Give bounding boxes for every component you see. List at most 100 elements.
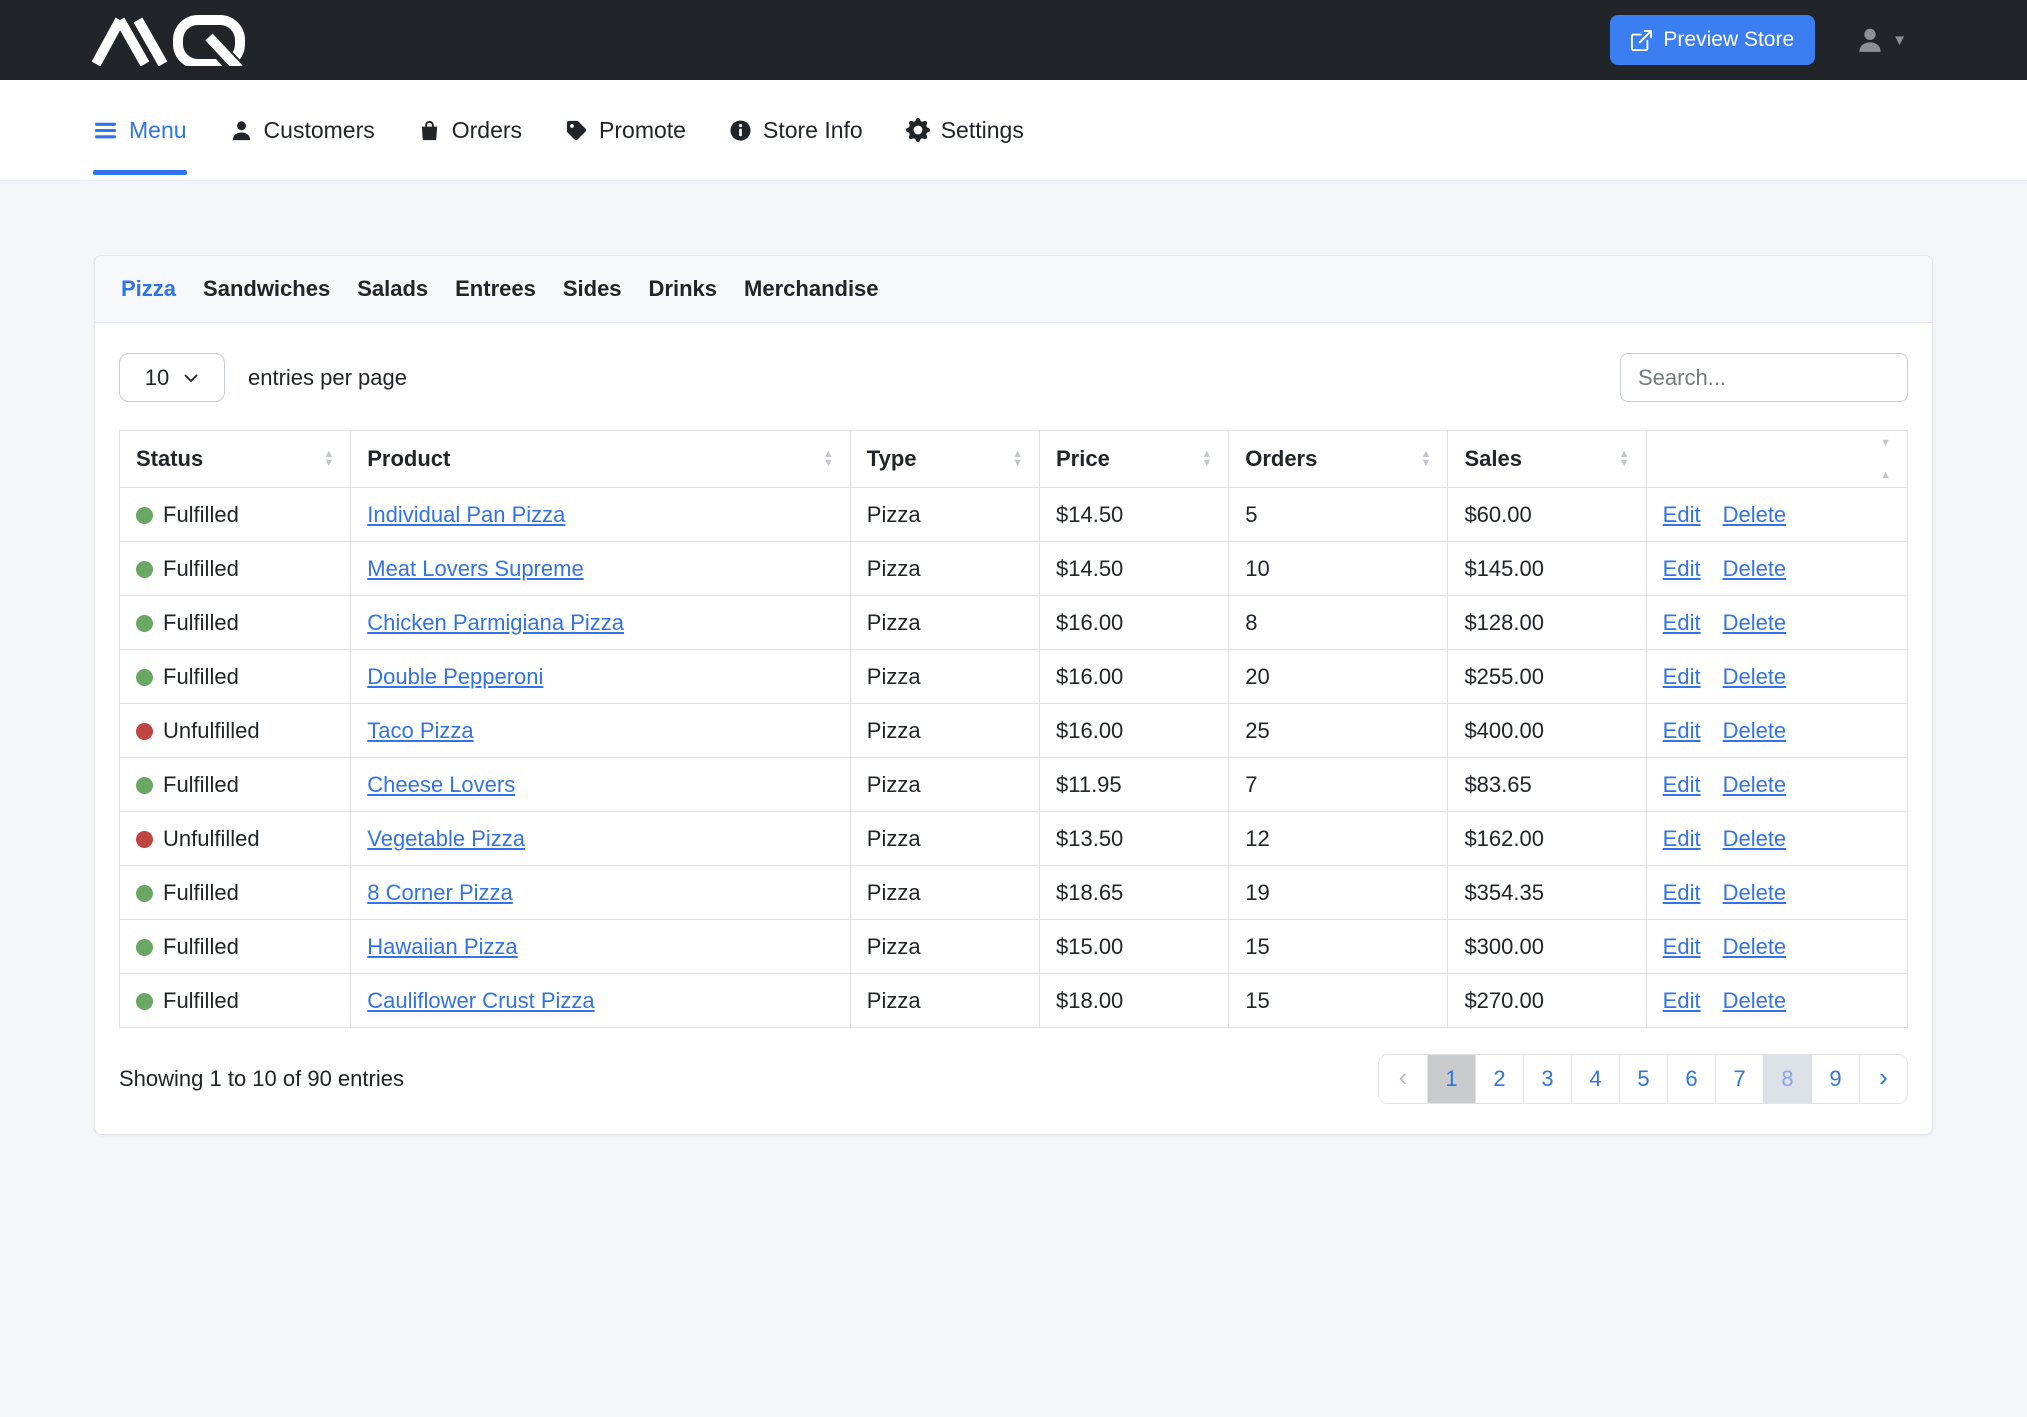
person-icon [230, 119, 253, 142]
product-link[interactable]: Individual Pan Pizza [367, 502, 565, 527]
edit-link[interactable]: Edit [1663, 772, 1701, 797]
col-header-orders[interactable]: Orders▲▼ [1229, 431, 1448, 488]
sales-cell: $354.35 [1448, 866, 1646, 920]
edit-link[interactable]: Edit [1663, 880, 1701, 905]
nav-item-store-info[interactable]: Store Info [729, 80, 863, 180]
tab-merchandise[interactable]: Merchandise [744, 276, 879, 302]
delete-link[interactable]: Delete [1723, 988, 1787, 1013]
nav-item-customers[interactable]: Customers [230, 80, 375, 180]
status-cell: Fulfilled [120, 488, 351, 542]
search-input[interactable] [1620, 353, 1908, 402]
pagination-next[interactable]: › [1859, 1055, 1907, 1103]
sort-icon: ▲▼ [1619, 450, 1630, 468]
price-cell: $14.50 [1040, 488, 1229, 542]
pagination-prev[interactable]: ‹ [1379, 1055, 1427, 1103]
pagination-page-5[interactable]: 5 [1619, 1055, 1667, 1103]
product-link[interactable]: Hawaiian Pizza [367, 934, 517, 959]
status-dot [136, 723, 153, 740]
tag-icon [565, 119, 588, 142]
tab-sandwiches[interactable]: Sandwiches [203, 276, 330, 302]
tab-drinks[interactable]: Drinks [649, 276, 717, 302]
sort-icon: ▲▼ [1421, 450, 1432, 468]
pagination-page-8[interactable]: 8 [1763, 1055, 1811, 1103]
pagination-page-3[interactable]: 3 [1523, 1055, 1571, 1103]
status-label: Fulfilled [163, 934, 239, 959]
product-link[interactable]: Taco Pizza [367, 718, 473, 743]
col-header-price[interactable]: Price▲▼ [1040, 431, 1229, 488]
edit-link[interactable]: Edit [1663, 502, 1701, 527]
pagination-page-1[interactable]: 1 [1427, 1055, 1475, 1103]
price-cell: $11.95 [1040, 758, 1229, 812]
product-link[interactable]: Chicken Parmigiana Pizza [367, 610, 624, 635]
product-link[interactable]: Meat Lovers Supreme [367, 556, 583, 581]
delete-link[interactable]: Delete [1723, 880, 1787, 905]
product-link[interactable]: 8 Corner Pizza [367, 880, 513, 905]
delete-link[interactable]: Delete [1723, 934, 1787, 959]
delete-link[interactable]: Delete [1723, 502, 1787, 527]
tab-sides[interactable]: Sides [563, 276, 622, 302]
delete-link[interactable]: Delete [1723, 664, 1787, 689]
delete-link[interactable]: Delete [1723, 718, 1787, 743]
price-cell: $16.00 [1040, 596, 1229, 650]
product-link[interactable]: Cauliflower Crust Pizza [367, 988, 594, 1013]
sales-cell: $300.00 [1448, 920, 1646, 974]
status-dot [136, 939, 153, 956]
delete-link[interactable]: Delete [1723, 556, 1787, 581]
product-cell: Hawaiian Pizza [351, 920, 851, 974]
table-row: Fulfilled 8 Corner Pizza Pizza $18.65 19… [120, 866, 1908, 920]
edit-link[interactable]: Edit [1663, 826, 1701, 851]
status-cell: Fulfilled [120, 596, 351, 650]
type-cell: Pizza [850, 650, 1039, 704]
edit-link[interactable]: Edit [1663, 988, 1701, 1013]
tab-salads[interactable]: Salads [357, 276, 428, 302]
delete-link[interactable]: Delete [1723, 610, 1787, 635]
edit-link[interactable]: Edit [1663, 718, 1701, 743]
nav-item-menu[interactable]: Menu [93, 80, 187, 180]
pagination-page-6[interactable]: 6 [1667, 1055, 1715, 1103]
edit-link[interactable]: Edit [1663, 610, 1701, 635]
pagination-page-9[interactable]: 9 [1811, 1055, 1859, 1103]
col-header-status[interactable]: Status▲▼ [120, 431, 351, 488]
product-cell: Cheese Lovers [351, 758, 851, 812]
table-row: Fulfilled Double Pepperoni Pizza $16.00 … [120, 650, 1908, 704]
sort-icon: ▲▼ [323, 450, 334, 468]
type-cell: Pizza [850, 974, 1039, 1028]
aiq-logo-icon [90, 14, 250, 66]
nav-item-orders[interactable]: Orders [418, 80, 522, 180]
nav-label: Store Info [763, 117, 863, 144]
edit-link[interactable]: Edit [1663, 664, 1701, 689]
tab-pizza[interactable]: Pizza [121, 276, 176, 302]
pagination-page-2[interactable]: 2 [1475, 1055, 1523, 1103]
edit-link[interactable]: Edit [1663, 934, 1701, 959]
type-cell: Pizza [850, 812, 1039, 866]
entries-select-value: 10 [145, 365, 169, 391]
status-label: Fulfilled [163, 664, 239, 689]
status-dot [136, 831, 153, 848]
product-link[interactable]: Cheese Lovers [367, 772, 515, 797]
preview-store-button[interactable]: Preview Store [1610, 15, 1815, 65]
actions-cell: Edit Delete [1646, 596, 1907, 650]
edit-link[interactable]: Edit [1663, 556, 1701, 581]
col-header-sales[interactable]: Sales▲▼ [1448, 431, 1646, 488]
pagination-page-4[interactable]: 4 [1571, 1055, 1619, 1103]
product-link[interactable]: Double Pepperoni [367, 664, 543, 689]
entries-select[interactable]: 10 [119, 353, 225, 402]
pagination-page-7[interactable]: 7 [1715, 1055, 1763, 1103]
product-cell: Cauliflower Crust Pizza [351, 974, 851, 1028]
status-cell: Fulfilled [120, 650, 351, 704]
col-header-product[interactable]: Product▲▼ [351, 431, 851, 488]
table-row: Fulfilled Hawaiian Pizza Pizza $15.00 15… [120, 920, 1908, 974]
status-cell: Unfulfilled [120, 704, 351, 758]
status-label: Unfulfilled [163, 718, 260, 743]
nav-item-promote[interactable]: Promote [565, 80, 686, 180]
product-link[interactable]: Vegetable Pizza [367, 826, 525, 851]
user-menu[interactable]: ▼ [1855, 25, 1907, 55]
col-header-actions[interactable]: ▼▲ [1646, 431, 1907, 488]
tab-entrees[interactable]: Entrees [455, 276, 536, 302]
delete-link[interactable]: Delete [1723, 826, 1787, 851]
delete-link[interactable]: Delete [1723, 772, 1787, 797]
nav-item-settings[interactable]: Settings [906, 80, 1024, 180]
col-header-type[interactable]: Type▲▼ [850, 431, 1039, 488]
actions-cell: Edit Delete [1646, 812, 1907, 866]
nav-label: Promote [599, 117, 686, 144]
